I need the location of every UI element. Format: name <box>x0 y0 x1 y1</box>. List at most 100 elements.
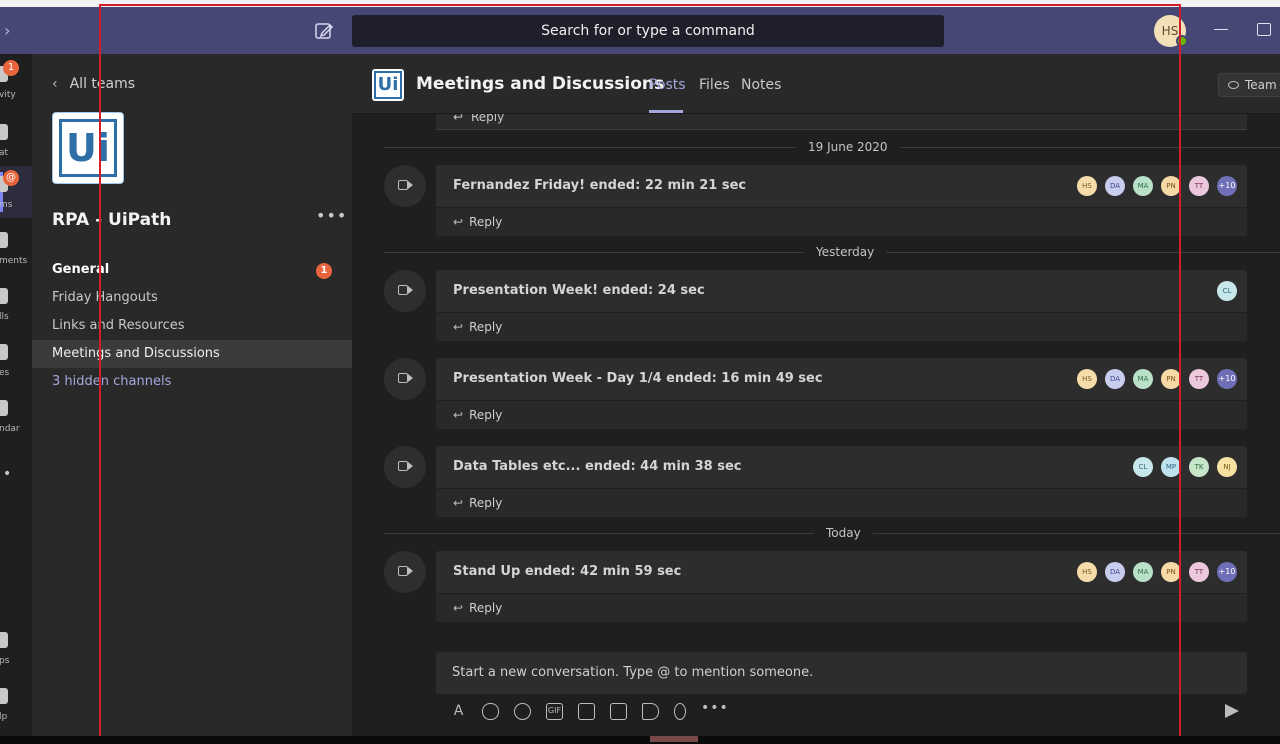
reply-button[interactable]: ↩ Reply <box>436 114 1247 130</box>
all-teams-link[interactable]: ‹ All teams <box>52 76 135 92</box>
tab-posts[interactable]: Posts <box>649 77 686 93</box>
camera-lens-icon <box>408 567 413 575</box>
more-options-icon[interactable]: ••• <box>316 206 347 225</box>
avatar[interactable]: MP <box>1161 457 1181 477</box>
praise-icon[interactable] <box>674 702 686 720</box>
avatar[interactable]: PN <box>1161 562 1181 582</box>
tab-files[interactable]: Files <box>699 77 730 93</box>
channel-logo-text: Ui <box>374 71 402 99</box>
avatar[interactable]: TK <box>1189 457 1209 477</box>
avatar[interactable]: PN <box>1161 369 1181 389</box>
meet-now-icon[interactable] <box>610 702 627 720</box>
maximize-icon[interactable] <box>1257 23 1271 36</box>
avatar[interactable]: PN <box>1161 176 1181 196</box>
posts-feed[interactable]: ↩ Reply 19 June 2020 Fernandez Friday! e… <box>352 114 1280 654</box>
reply-button[interactable]: ↩ Reply <box>436 401 1247 429</box>
search-input[interactable]: Search for or type a command <box>352 15 944 47</box>
date-divider: 19 June 2020 <box>384 138 1280 156</box>
avatar[interactable]: HS <box>1077 369 1097 389</box>
avatar[interactable]: HS <box>1077 562 1097 582</box>
all-teams-label: All teams <box>69 76 136 92</box>
meeting-card[interactable]: Fernandez Friday! ended: 22 min 21 sec H… <box>436 165 1247 207</box>
stream-icon[interactable] <box>642 702 659 720</box>
meeting-card[interactable]: Data Tables etc... ended: 44 min 38 sec … <box>436 446 1247 488</box>
more-participants-badge[interactable]: +10 <box>1217 176 1237 196</box>
camera-lens-icon <box>408 181 413 189</box>
reply-button[interactable]: ↩ Reply <box>436 489 1247 517</box>
meeting-icon <box>384 358 426 400</box>
gif-icon[interactable]: GIF <box>546 702 563 720</box>
rail-item-apps[interactable]: ps <box>0 622 32 674</box>
avatar[interactable]: MA <box>1133 562 1153 582</box>
format-icon[interactable]: A <box>450 703 467 720</box>
more-apps-icon[interactable]: • <box>3 466 11 482</box>
taskbar-active-app[interactable] <box>650 736 698 742</box>
avatar[interactable]: HS <box>1077 176 1097 196</box>
reply-label: Reply <box>469 408 503 422</box>
more-options-icon[interactable]: ••• <box>701 701 728 720</box>
rail-item-assignments[interactable]: ments <box>0 222 32 274</box>
apps-icon <box>0 632 8 648</box>
channel-item-friday-hangouts[interactable]: Friday Hangouts <box>32 284 352 312</box>
hidden-channels-link[interactable]: 3 hidden channels <box>32 368 352 396</box>
chat-icon <box>0 124 8 140</box>
more-participants-badge[interactable]: +10 <box>1217 369 1237 389</box>
participant-avatars: CL MP TK NJ <box>1133 457 1237 477</box>
new-chat-icon[interactable] <box>313 20 335 42</box>
emoji-icon[interactable] <box>514 702 531 720</box>
channel-label: Friday Hangouts <box>52 290 158 305</box>
rail-item-calendar[interactable]: ndar <box>0 390 32 442</box>
avatar[interactable]: MA <box>1133 176 1153 196</box>
rail-item-files[interactable]: es <box>0 334 32 386</box>
avatar[interactable]: CL <box>1217 281 1237 301</box>
rail-label: ms <box>0 200 13 210</box>
new-conversation-input[interactable]: Start a new conversation. Type @ to ment… <box>436 652 1247 694</box>
meeting-card[interactable]: Stand Up ended: 42 min 59 sec HS DA MA P… <box>436 551 1247 593</box>
minimize-icon[interactable] <box>1214 29 1228 30</box>
team-view-button[interactable]: Team <box>1218 73 1280 97</box>
tab-notes[interactable]: Notes <box>741 77 781 93</box>
reply-button[interactable]: ↩ Reply <box>436 208 1247 236</box>
channel-item-links-resources[interactable]: Links and Resources <box>32 312 352 340</box>
channel-title: Meetings and Discussions <box>416 74 665 94</box>
rail-label: lp <box>0 712 8 722</box>
meeting-icon <box>384 551 426 593</box>
avatar[interactable]: TT <box>1189 562 1209 582</box>
reply-arrow-icon: ↩ <box>453 320 464 334</box>
avatar[interactable]: DA <box>1105 369 1125 389</box>
profile-avatar[interactable]: HS <box>1154 15 1188 47</box>
rail-item-activity[interactable]: 1 vity <box>0 56 32 108</box>
camera-icon <box>398 373 408 383</box>
meeting-card[interactable]: Presentation Week - Day 1/4 ended: 16 mi… <box>436 358 1247 400</box>
reply-button[interactable]: ↩ Reply <box>436 313 1247 341</box>
reply-button[interactable]: ↩ Reply <box>436 594 1247 622</box>
avatar[interactable]: TT <box>1189 369 1209 389</box>
rail-item-chat[interactable]: at <box>0 114 32 166</box>
attach-icon[interactable] <box>482 702 499 720</box>
unread-badge: 1 <box>316 263 332 279</box>
send-icon[interactable] <box>1225 704 1239 718</box>
rail-item-help[interactable]: lp <box>0 678 32 730</box>
channel-item-general[interactable]: General 1 <box>32 256 352 284</box>
avatar[interactable]: MA <box>1133 369 1153 389</box>
avatar[interactable]: DA <box>1105 562 1125 582</box>
more-participants-badge[interactable]: +10 <box>1217 562 1237 582</box>
channel-main: Ui Meetings and Discussions Posts Files … <box>352 54 1280 744</box>
rail-item-teams[interactable]: @ ms <box>0 166 32 218</box>
date-divider: Yesterday <box>384 243 1280 261</box>
participant-avatars: HS DA MA PN TT +10 <box>1077 176 1237 196</box>
channel-item-meetings[interactable]: Meetings and Discussions <box>32 340 352 368</box>
avatar[interactable]: CL <box>1133 457 1153 477</box>
avatar[interactable]: DA <box>1105 176 1125 196</box>
meeting-post: Presentation Week! ended: 24 sec CL ↩ Rep… <box>384 270 1247 341</box>
channel-header: Ui Meetings and Discussions Posts Files … <box>352 54 1280 114</box>
meeting-card[interactable]: Presentation Week! ended: 24 sec CL <box>436 270 1247 312</box>
channel-logo: Ui <box>372 69 404 101</box>
avatar[interactable]: TT <box>1189 176 1209 196</box>
rail-label: at <box>0 148 9 158</box>
reply-arrow-icon: ↩ <box>453 496 464 510</box>
rail-item-calls[interactable]: lls <box>0 278 32 330</box>
sticker-icon[interactable] <box>578 702 595 720</box>
avatar[interactable]: NJ <box>1217 457 1237 477</box>
chevron-right-icon[interactable]: › <box>4 21 22 41</box>
